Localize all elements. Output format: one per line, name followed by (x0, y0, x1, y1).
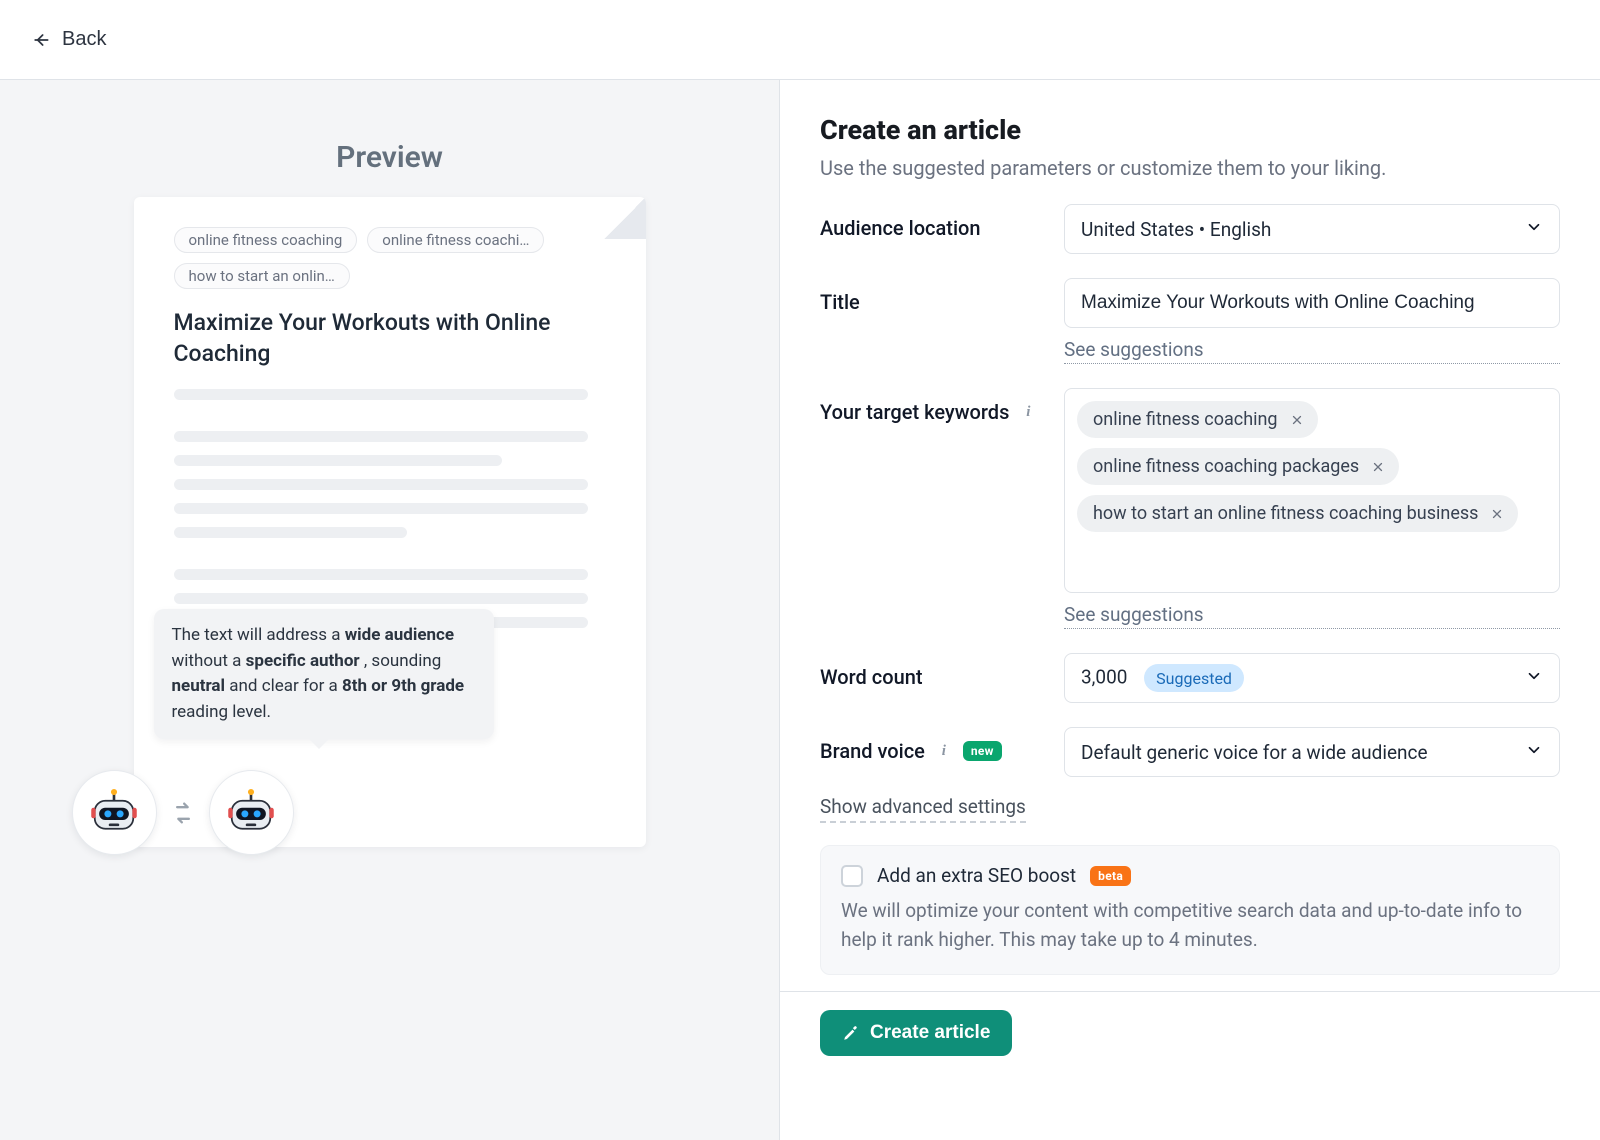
audience-location-select[interactable]: United States • English (1064, 204, 1560, 254)
swap-icon (169, 799, 197, 827)
label-keywords-text: Your target keywords (820, 400, 1009, 424)
seo-boost-checkbox[interactable] (841, 865, 863, 887)
remove-tag-icon[interactable] (1288, 411, 1306, 429)
keyword-tag: online fitness coaching (1077, 401, 1318, 438)
form-scroll[interactable]: Create an article Use the suggested para… (780, 80, 1600, 991)
robot-avatar (209, 770, 294, 855)
preview-chips: online fitness coaching online fitness c… (174, 227, 606, 289)
page-fold-icon (604, 197, 646, 239)
label-brand-voice-text: Brand voice (820, 739, 925, 763)
tooltip-text: , sounding (364, 651, 441, 671)
keywords-input[interactable]: online fitness coaching online fitness c… (1064, 388, 1560, 593)
seo-boost-desc: We will optimize your content with compe… (841, 897, 1539, 954)
tooltip-text: reading level. (172, 702, 272, 722)
keywords-see-suggestions-link[interactable]: See suggestions (1064, 603, 1560, 629)
footer-bar: Create article (780, 991, 1600, 1074)
chevron-down-icon (1525, 667, 1543, 690)
title-input[interactable] (1064, 278, 1560, 328)
magic-pen-icon (842, 1024, 860, 1042)
suggested-pill: Suggested (1144, 664, 1244, 692)
preview-card-wrap: online fitness coaching online fitness c… (134, 197, 646, 847)
tooltip-text: without a (172, 651, 246, 671)
robot-icon (86, 785, 142, 841)
label-title: Title (820, 278, 1060, 314)
audience-location-value: United States • English (1081, 218, 1271, 241)
tooltip-bold: specific author (246, 651, 360, 671)
info-icon[interactable]: i (935, 742, 953, 760)
avatar-row (72, 770, 294, 855)
title-see-suggestions-link[interactable]: See suggestions (1064, 338, 1560, 364)
brand-voice-value: Default generic voice for a wide audienc… (1081, 741, 1428, 764)
preview-chip: how to start an onlin… (174, 263, 350, 289)
preview-pane: Preview online fitness coaching online f… (0, 80, 780, 1140)
label-keywords: Your target keywords i (820, 388, 1060, 424)
preview-chip: online fitness coaching (174, 227, 358, 253)
keyword-tag-label: online fitness coaching packages (1093, 456, 1359, 477)
remove-tag-icon[interactable] (1369, 458, 1387, 476)
keyword-tag-label: how to start an online fitness coaching … (1093, 503, 1478, 524)
form-grid: Audience location United States • Englis… (820, 204, 1560, 777)
tooltip-bold: 8th or 9th grade (342, 676, 464, 696)
preview-chip: online fitness coachi… (367, 227, 544, 253)
seo-boost-box: Add an extra SEO boost beta We will opti… (820, 845, 1560, 975)
word-count-value: 3,000 (1081, 666, 1127, 689)
show-advanced-settings-link[interactable]: Show advanced settings (820, 795, 1026, 823)
keyword-tag-label: online fitness coaching (1093, 409, 1278, 430)
preview-heading: Preview (336, 140, 443, 175)
create-article-label: Create article (870, 1022, 990, 1044)
keyword-tag: online fitness coaching packages (1077, 448, 1399, 485)
tooltip-text: and clear for a (229, 676, 342, 696)
preview-card: online fitness coaching online fitness c… (134, 197, 646, 847)
form-pane: Create an article Use the suggested para… (780, 80, 1600, 1140)
keyword-tag: how to start an online fitness coaching … (1077, 495, 1518, 532)
seo-boost-title: Add an extra SEO boost (877, 864, 1076, 887)
top-bar: Back (0, 0, 1600, 80)
info-icon[interactable]: i (1019, 403, 1037, 421)
tooltip-bold: neutral (172, 676, 226, 696)
back-button[interactable]: Back (22, 22, 114, 57)
tooltip-text: The text will address a (172, 625, 345, 645)
main: Preview online fitness coaching online f… (0, 80, 1600, 1140)
tone-tooltip: The text will address a wide audience wi… (154, 609, 494, 739)
remove-tag-icon[interactable] (1488, 505, 1506, 523)
preview-doc-title: Maximize Your Workouts with Online Coach… (174, 307, 606, 369)
brand-voice-select[interactable]: Default generic voice for a wide audienc… (1064, 727, 1560, 777)
robot-icon (223, 785, 279, 841)
label-word-count: Word count (820, 653, 1060, 689)
page-subtitle: Use the suggested parameters or customiz… (820, 156, 1560, 180)
chevron-down-icon (1525, 218, 1543, 241)
create-article-button[interactable]: Create article (820, 1010, 1012, 1056)
back-label: Back (62, 28, 106, 51)
tooltip-bold: wide audience (345, 625, 454, 645)
label-audience-location: Audience location (820, 204, 1060, 240)
chevron-down-icon (1525, 741, 1543, 764)
new-badge: new (963, 741, 1002, 761)
robot-avatar (72, 770, 157, 855)
label-brand-voice: Brand voice i new (820, 727, 1060, 763)
word-count-select[interactable]: 3,000 Suggested (1064, 653, 1560, 703)
beta-badge: beta (1090, 866, 1131, 886)
arrow-left-icon (30, 29, 52, 51)
page-title: Create an article (820, 114, 1560, 146)
